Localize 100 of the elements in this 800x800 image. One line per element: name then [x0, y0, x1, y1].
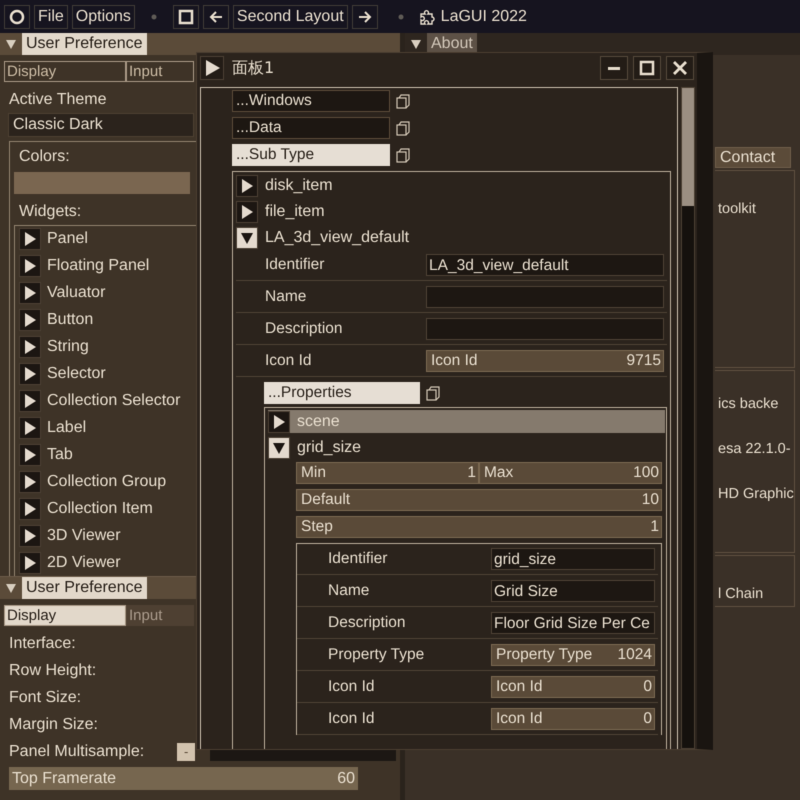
expand-button[interactable]	[19, 363, 41, 385]
expand-button[interactable]	[19, 525, 41, 547]
info-text: toolkit	[718, 201, 757, 217]
text-field[interactable]: Floor Grid Size Per Ce	[491, 612, 655, 634]
expand-button[interactable]	[236, 200, 258, 222]
copy-icon[interactable]	[396, 148, 410, 162]
left-arrow-icon	[208, 8, 224, 24]
expand-button[interactable]	[19, 336, 41, 358]
right-triangle-icon	[203, 59, 221, 77]
number-field[interactable]: Icon Id 0	[491, 708, 655, 730]
tree-item-label[interactable]: Tab	[47, 446, 73, 464]
tree-item-label[interactable]: String	[47, 338, 89, 356]
window-tab[interactable]: User Preference	[22, 33, 146, 55]
next-layout-button[interactable]	[352, 4, 378, 28]
section-button[interactable]: ...Sub Type	[232, 144, 390, 166]
circle-icon	[9, 8, 25, 24]
separator-dot-icon	[398, 14, 404, 20]
field-label: Description	[264, 320, 344, 338]
tab[interactable]: Input	[126, 61, 194, 82]
section-button[interactable]: ...Properties	[264, 382, 420, 404]
tree-item-label[interactable]: Valuator	[47, 284, 106, 302]
collapse-button[interactable]	[268, 436, 290, 458]
panel-menu-button[interactable]	[200, 56, 224, 80]
copy-icon[interactable]	[396, 94, 410, 108]
tab[interactable]: Contact	[715, 147, 791, 168]
tree-item-label[interactable]: file_item	[265, 202, 325, 220]
section-button[interactable]: ...Data	[232, 117, 390, 139]
text-field[interactable]: grid_size	[491, 548, 655, 570]
text-field[interactable]: Grid Size	[491, 580, 655, 602]
tree-item-label[interactable]: Collection Item	[47, 500, 153, 518]
scrollbar[interactable]	[681, 87, 695, 749]
expand-button[interactable]	[19, 444, 41, 466]
field-label: Name	[327, 582, 370, 600]
expand-button[interactable]	[19, 417, 41, 439]
collapse-button[interactable]	[236, 226, 258, 248]
tab[interactable]: Display	[4, 61, 126, 82]
info-text: l Chain	[718, 586, 764, 602]
expand-button[interactable]	[19, 255, 41, 277]
file-menu[interactable]: File	[34, 4, 68, 28]
framerate-field[interactable]: Top Framerate 60	[9, 767, 358, 790]
number-field[interactable]: Property Type 1024	[491, 644, 655, 666]
window-tab[interactable]: User Preference	[22, 577, 146, 599]
options-menu[interactable]: Options	[72, 4, 135, 28]
close-button[interactable]	[666, 56, 694, 80]
color-swatch[interactable]	[14, 172, 190, 194]
section-label: Colors:	[18, 147, 70, 167]
expand-button[interactable]	[19, 471, 41, 493]
setting-label: Row Height:	[8, 661, 96, 681]
theme-field[interactable]: Classic Dark	[8, 113, 194, 137]
number-field[interactable]: Icon Id 0	[491, 676, 655, 698]
section-button[interactable]: ...Windows	[232, 90, 390, 112]
tree-item-label[interactable]: Collection Selector	[47, 392, 180, 410]
setting-label: Interface:	[8, 634, 76, 654]
tree-item-label[interactable]: LA_3d_view_default	[265, 228, 410, 246]
layout-button[interactable]	[172, 4, 199, 28]
tab[interactable]: Display	[4, 605, 126, 626]
expand-button[interactable]	[268, 410, 290, 432]
field-label: Name	[264, 288, 308, 306]
text-field[interactable]	[426, 318, 664, 340]
text-field[interactable]	[426, 286, 664, 308]
tree-item-label[interactable]: 3D Viewer	[47, 527, 121, 545]
tree-item-label[interactable]: grid_size	[297, 438, 362, 456]
expand-button[interactable]	[19, 552, 41, 574]
stepper-button[interactable]: -	[176, 742, 196, 760]
expand-button[interactable]	[19, 390, 41, 412]
panel-title: 面板1	[232, 58, 276, 78]
close-icon	[672, 60, 688, 76]
tree-item-label[interactable]: Floating Panel	[47, 257, 150, 275]
info-text: ics backe	[718, 396, 780, 412]
number-field[interactable]: Min 1	[296, 462, 479, 484]
setting-label: Margin Size:	[8, 715, 98, 735]
number-field[interactable]: Icon Id 9715	[426, 350, 664, 372]
tree-item-label[interactable]: 2D Viewer	[47, 554, 121, 572]
number-field[interactable]: Default 10	[296, 489, 662, 511]
app-menu-button[interactable]	[4, 4, 30, 28]
expand-button[interactable]	[19, 228, 41, 250]
expand-button[interactable]	[19, 282, 41, 304]
tree-item-label[interactable]: Button	[47, 311, 94, 329]
number-field[interactable]: Max 100	[479, 462, 662, 484]
expand-button[interactable]	[19, 498, 41, 520]
expand-button[interactable]	[19, 309, 41, 331]
puzzle-icon	[418, 8, 436, 26]
number-field[interactable]: Step 1	[296, 516, 662, 538]
down-triangle-icon	[5, 38, 17, 50]
text-field[interactable]: LA_3d_view_default	[426, 254, 664, 276]
tree-item-label[interactable]: Collection Group	[47, 473, 166, 491]
copy-icon[interactable]	[396, 120, 410, 136]
expand-button[interactable]	[236, 174, 258, 196]
field-label: Icon Id	[264, 352, 313, 370]
tree-item-label[interactable]: disk_item	[265, 176, 333, 194]
copy-icon[interactable]	[426, 386, 440, 400]
tree-item-label[interactable]: Label	[47, 419, 86, 437]
scrollbar-thumb[interactable]	[682, 88, 694, 206]
maximize-button[interactable]	[633, 56, 661, 80]
tree-item-label[interactable]: Selector	[47, 365, 106, 383]
tree-item-label[interactable]: Panel	[47, 230, 88, 248]
tab[interactable]: Input	[126, 605, 194, 626]
previous-layout-button[interactable]	[202, 4, 229, 28]
minimize-button[interactable]	[600, 56, 628, 80]
layout-name-button[interactable]: Second Layout	[232, 4, 348, 28]
